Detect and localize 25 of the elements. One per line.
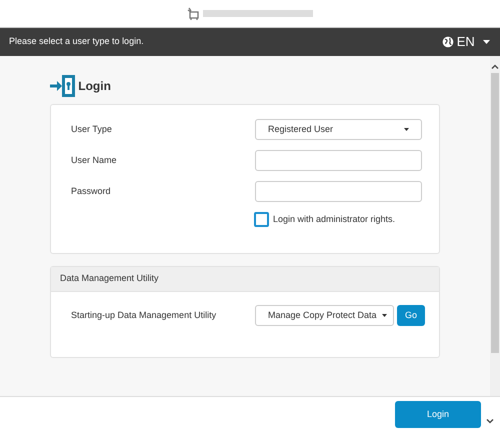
checkbox-label: Login with administrator rights.: [273, 212, 396, 226]
utility-select[interactable]: Manage Copy Protect Data: [255, 305, 394, 326]
login-title: Login: [78, 78, 111, 95]
language-selector[interactable]: EN: [442, 32, 490, 52]
scrollbar-thumb[interactable]: [491, 73, 499, 353]
go-button[interactable]: Go: [397, 305, 425, 326]
scroll-down-icon[interactable]: [486, 419, 494, 424]
caret-icon: [483, 40, 490, 44]
login-door-icon: [50, 74, 76, 98]
caret-icon: [404, 128, 409, 131]
globe-icon: [442, 36, 454, 48]
field-label: User Name: [70, 154, 118, 167]
printer-icon: [186, 6, 201, 20]
instruction-text: Please select a user type to login.: [9, 35, 144, 48]
caret-icon: [382, 314, 387, 317]
user-type-select[interactable]: Registered User: [255, 119, 422, 140]
panel-title: Data Management Utility: [60, 272, 159, 286]
field-label: Starting-up Data Management Utility: [70, 308, 218, 322]
username-field[interactable]: [255, 150, 422, 171]
field-label: User Type: [70, 122, 113, 136]
password-field[interactable]: [255, 181, 422, 202]
admin-checkbox[interactable]: [254, 212, 269, 227]
field-label: Password: [70, 184, 112, 198]
scroll-up-icon[interactable]: [491, 64, 499, 69]
login-button[interactable]: Login: [395, 401, 481, 428]
